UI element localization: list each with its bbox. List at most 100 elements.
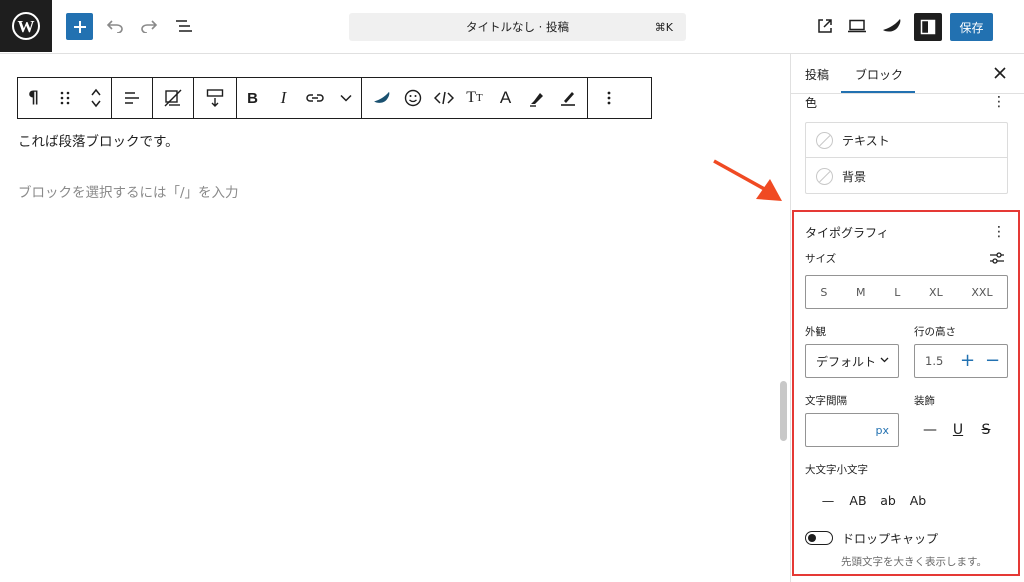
font-size-picker: S M L XL XXL xyxy=(805,275,1008,309)
spacing-group xyxy=(194,78,237,118)
move-up-down-icon[interactable] xyxy=(80,78,111,118)
settings-sidebar: 投稿 ブロック 色 ⋮ テキスト 背景 タイポグラフィ ⋮ サイズ S M L … xyxy=(790,54,1024,582)
redo-icon xyxy=(141,20,158,33)
list-view-icon xyxy=(176,20,192,32)
letter-case-options: — AB ab Ab xyxy=(813,490,933,510)
empty-swatch-icon xyxy=(816,168,833,185)
drop-cap-style-icon[interactable] xyxy=(153,78,193,118)
more-formats-chevron-icon[interactable] xyxy=(330,78,361,118)
appearance-value: デフォルト xyxy=(816,354,877,369)
drag-handle-icon[interactable] xyxy=(49,78,80,118)
preview-button[interactable] xyxy=(846,15,868,37)
document-overview-button[interactable] xyxy=(172,15,196,37)
background-color-item[interactable]: 背景 xyxy=(806,159,1007,194)
plus-icon xyxy=(73,20,86,33)
line-height-value: 1.5 xyxy=(925,354,944,368)
highlight-icon[interactable] xyxy=(521,78,552,118)
styles-button[interactable] xyxy=(880,15,904,37)
sidebar-tabs: 投稿 ブロック xyxy=(791,54,1024,94)
document-title: タイトルなし · 投稿 xyxy=(466,20,569,34)
background-color-label: 背景 xyxy=(842,170,867,184)
size-option-m[interactable]: M xyxy=(856,286,866,299)
tab-block[interactable]: ブロック xyxy=(855,66,903,83)
block-style-group xyxy=(153,78,194,118)
underline-button[interactable]: U xyxy=(949,420,967,440)
editor-scrollbar[interactable] xyxy=(780,381,787,441)
line-height-input[interactable]: 1.5 + − xyxy=(914,344,1008,378)
link-button[interactable] xyxy=(299,78,330,118)
letter-spacing-label: 文字間隔 xyxy=(805,395,847,407)
lowercase-button[interactable]: ab xyxy=(873,490,903,510)
more-options-icon[interactable] xyxy=(588,78,630,118)
document-title-bar[interactable]: タイトルなし · 投稿 ⌘K xyxy=(349,13,686,41)
color-section-label: 色 xyxy=(805,96,818,110)
view-post-button[interactable] xyxy=(814,15,836,37)
line-height-label: 行の高さ xyxy=(914,326,956,338)
top-toolbar: W タイトルなし · 投稿 ⌘K 保存 xyxy=(0,0,1024,54)
block-toolbar: ¶ B I T T A xyxy=(17,77,652,119)
wordpress-icon: W xyxy=(12,12,40,40)
text-color-label: テキスト xyxy=(842,133,890,148)
vertical-align-icon[interactable] xyxy=(194,78,236,118)
drop-cap-label: ドロップキャップ xyxy=(842,532,939,546)
desktop-icon xyxy=(848,19,866,33)
italic-button[interactable]: I xyxy=(268,78,299,118)
tab-post[interactable]: 投稿 xyxy=(805,66,829,83)
emoji-icon[interactable] xyxy=(397,78,428,118)
annotation-arrow-icon xyxy=(713,159,782,201)
text-color-item[interactable]: テキスト xyxy=(806,123,1007,158)
size-option-xl[interactable]: XL xyxy=(929,286,943,299)
wordpress-logo-button[interactable]: W xyxy=(0,0,52,52)
letter-spacing-input[interactable]: px xyxy=(805,413,899,447)
chevron-down-icon xyxy=(880,357,889,363)
typography-title: タイポグラフィ xyxy=(805,226,889,240)
paragraph-block[interactable]: これば段落ブロックです。 xyxy=(18,130,179,150)
toggle-knob xyxy=(808,533,816,542)
block-placeholder[interactable]: ブロックを選択するには「/」を入力 xyxy=(18,181,239,201)
align-left-icon[interactable] xyxy=(112,78,152,118)
block-move-group: ¶ xyxy=(18,78,112,118)
paragraph-icon[interactable]: ¶ xyxy=(18,78,49,118)
close-icon[interactable] xyxy=(991,64,1009,82)
code-icon[interactable] xyxy=(428,78,459,118)
letter-case-label: 大文字小文字 xyxy=(805,464,868,476)
text-color-icon[interactable]: A xyxy=(490,78,521,118)
capitalize-button[interactable]: Ab xyxy=(903,490,933,510)
decoration-options: — U S xyxy=(921,420,995,440)
custom-size-sliders-icon[interactable] xyxy=(990,252,1004,264)
case-none-button[interactable]: — xyxy=(813,490,843,510)
uppercase-button[interactable]: AB xyxy=(843,490,873,510)
save-button[interactable]: 保存 xyxy=(950,13,993,41)
styles-swoosh-icon[interactable] xyxy=(366,78,397,118)
active-tab-indicator xyxy=(841,91,915,93)
editor-canvas: ¶ B I T T A これば段落ブロックです。 ブロックを選択するには「/」を… xyxy=(0,54,790,582)
add-block-button[interactable] xyxy=(66,13,93,40)
settings-toggle-button[interactable] xyxy=(914,13,942,41)
font-size-icon[interactable]: TT xyxy=(459,78,490,118)
styles-half-circle-icon xyxy=(883,19,901,32)
options-group xyxy=(588,78,630,118)
appearance-label: 外観 xyxy=(805,326,826,338)
size-option-s[interactable]: S xyxy=(820,286,827,299)
bold-button[interactable]: B xyxy=(237,78,268,118)
color-options-icon[interactable]: ⋮ xyxy=(992,95,1006,109)
format-group: B I xyxy=(237,78,362,118)
typography-options-icon[interactable]: ⋮ xyxy=(992,225,1006,239)
svg-text:W: W xyxy=(18,17,35,36)
decrement-minus-icon[interactable]: − xyxy=(985,350,1000,371)
size-option-xxl[interactable]: XXL xyxy=(971,286,992,299)
size-option-l[interactable]: L xyxy=(894,286,900,299)
undo-icon xyxy=(106,20,123,33)
strikethrough-button[interactable]: S xyxy=(977,420,995,440)
external-link-icon xyxy=(818,19,832,33)
undo-button[interactable] xyxy=(104,15,126,37)
decoration-label: 装飾 xyxy=(914,395,935,407)
drop-cap-toggle[interactable] xyxy=(805,531,833,545)
decoration-none-button[interactable]: — xyxy=(921,420,939,440)
increment-plus-icon[interactable]: + xyxy=(960,350,975,371)
color-settings-box: テキスト 背景 xyxy=(805,122,1008,194)
marker-icon[interactable] xyxy=(552,78,583,118)
redo-button[interactable] xyxy=(138,15,160,37)
appearance-select[interactable]: デフォルト xyxy=(805,344,899,378)
letter-spacing-unit[interactable]: px xyxy=(876,424,890,437)
